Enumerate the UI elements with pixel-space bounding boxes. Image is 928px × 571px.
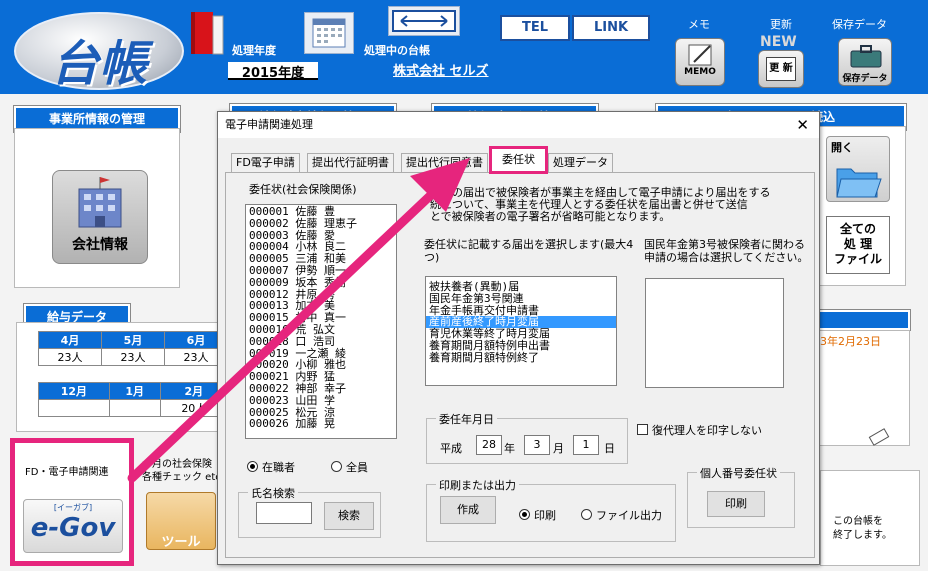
- annotation-arrow: [127, 158, 470, 483]
